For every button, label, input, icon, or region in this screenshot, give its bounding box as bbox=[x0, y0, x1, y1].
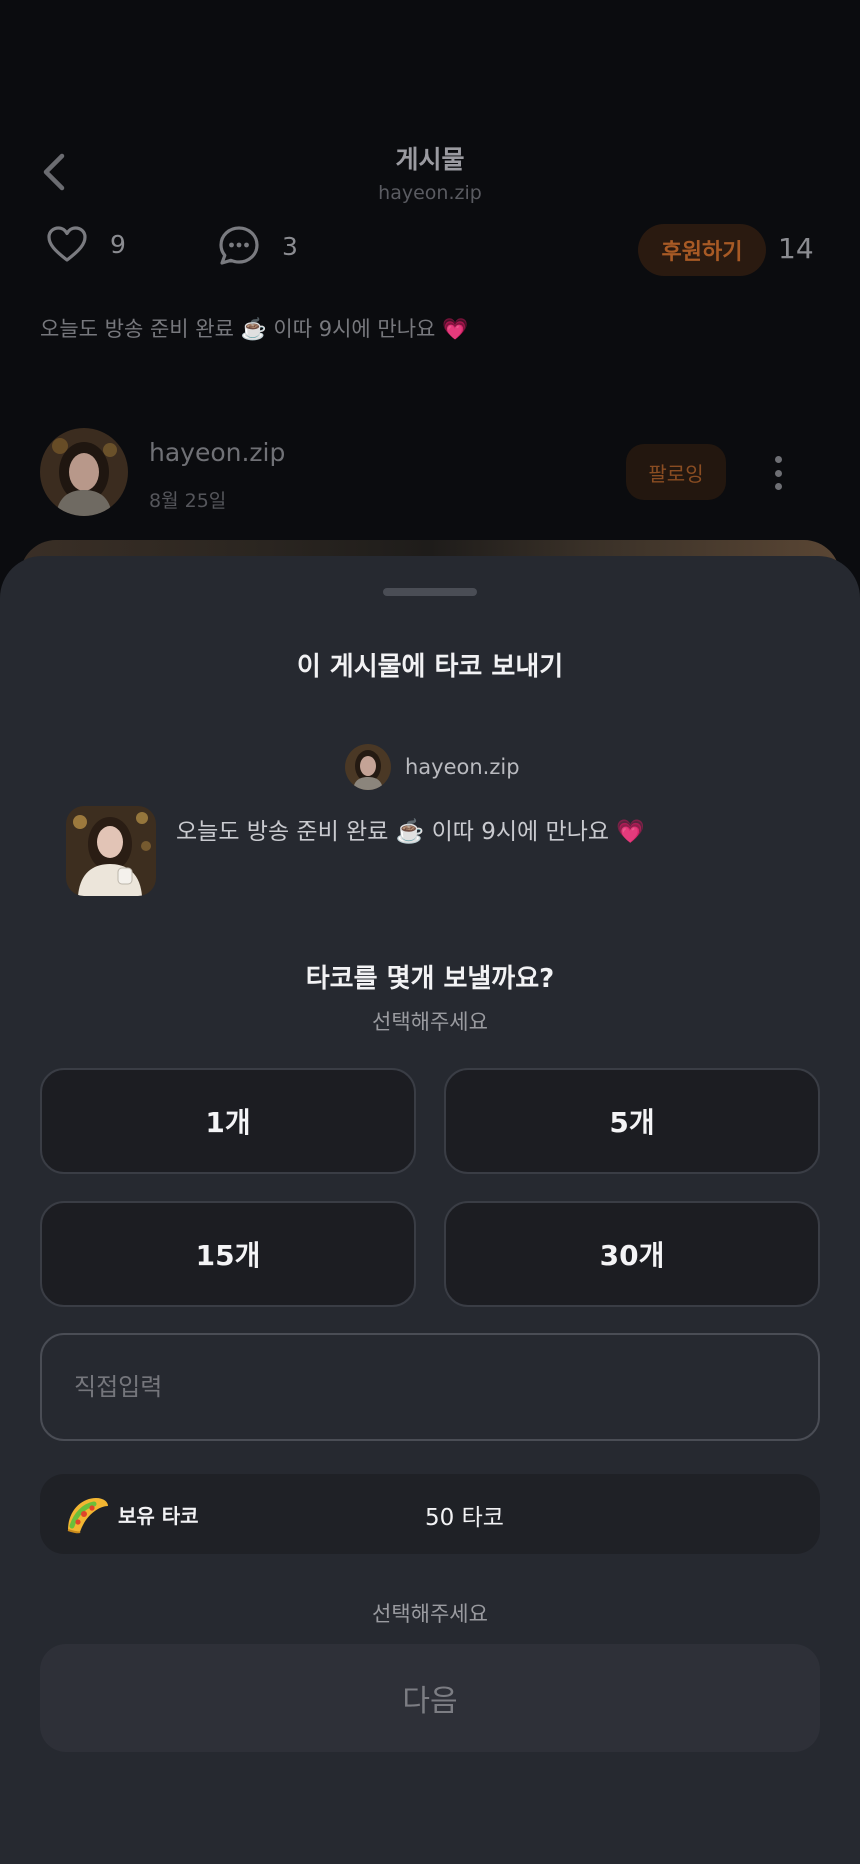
sheet-author-name: hayeon.zip bbox=[405, 755, 520, 779]
avatar-photo bbox=[345, 744, 391, 790]
taco-icon bbox=[67, 1498, 108, 1534]
avatar-photo bbox=[40, 428, 128, 516]
post-thumbnail-photo bbox=[66, 806, 156, 896]
next-button[interactable]: 다음 bbox=[40, 1644, 820, 1752]
post-caption: 오늘도 방송 준비 완료 ☕️ 이따 9시에 만나요 💗 bbox=[40, 317, 469, 341]
option-30[interactable]: 30개 bbox=[444, 1201, 820, 1307]
sheet-grabber[interactable] bbox=[383, 588, 477, 596]
send-taco-sheet: 이 게시물에 타코 보내기 hayeon.zip 오늘도 방송 준비 완료 ☕️… bbox=[0, 556, 860, 1864]
sheet-author-avatar bbox=[345, 744, 391, 790]
like-count: 9 bbox=[110, 229, 126, 259]
author-avatar[interactable] bbox=[40, 428, 128, 516]
custom-amount-field[interactable] bbox=[40, 1333, 820, 1441]
following-button[interactable]: 팔로잉 bbox=[626, 444, 726, 500]
comment-count: 3 bbox=[282, 231, 298, 261]
option-1[interactable]: 1개 bbox=[40, 1068, 416, 1174]
balance-value: 50 타코 bbox=[425, 1505, 504, 1531]
sheet-post-author: hayeon.zip bbox=[345, 744, 520, 790]
sheet-post-text: 오늘도 방송 준비 완료 ☕️ 이따 9시에 만나요 💗 bbox=[176, 819, 645, 845]
page-title: 게시물 bbox=[395, 145, 465, 174]
option-15[interactable]: 15개 bbox=[40, 1201, 416, 1307]
post-date: 8월 25일 bbox=[149, 490, 227, 512]
selection-hint: 선택해주세요 bbox=[372, 1602, 488, 1626]
sheet-title: 이 게시물에 타코 보내기 bbox=[296, 652, 564, 682]
comment-stat[interactable]: 3 bbox=[218, 225, 298, 267]
taco-balance: 보유 타코 50 타코 bbox=[40, 1474, 820, 1554]
donate-button[interactable]: 후원하기 bbox=[638, 224, 766, 276]
donate-count: 14 bbox=[778, 232, 814, 265]
comment-bubble-icon bbox=[219, 226, 259, 265]
option-5[interactable]: 5개 bbox=[444, 1068, 820, 1174]
quantity-question-sub: 선택해주세요 bbox=[372, 1010, 488, 1034]
page-subtitle: hayeon.zip bbox=[378, 182, 482, 204]
more-vertical-icon[interactable] bbox=[772, 456, 784, 490]
like-stat[interactable]: 9 bbox=[46, 225, 126, 263]
author-name[interactable]: hayeon.zip bbox=[149, 438, 285, 467]
custom-amount-input[interactable] bbox=[42, 1335, 818, 1439]
heart-icon bbox=[47, 226, 87, 262]
balance-label: 보유 타코 bbox=[118, 1504, 199, 1528]
quantity-question: 타코를 몇개 보낼까요? bbox=[305, 964, 555, 994]
post-thumbnail bbox=[66, 806, 156, 896]
